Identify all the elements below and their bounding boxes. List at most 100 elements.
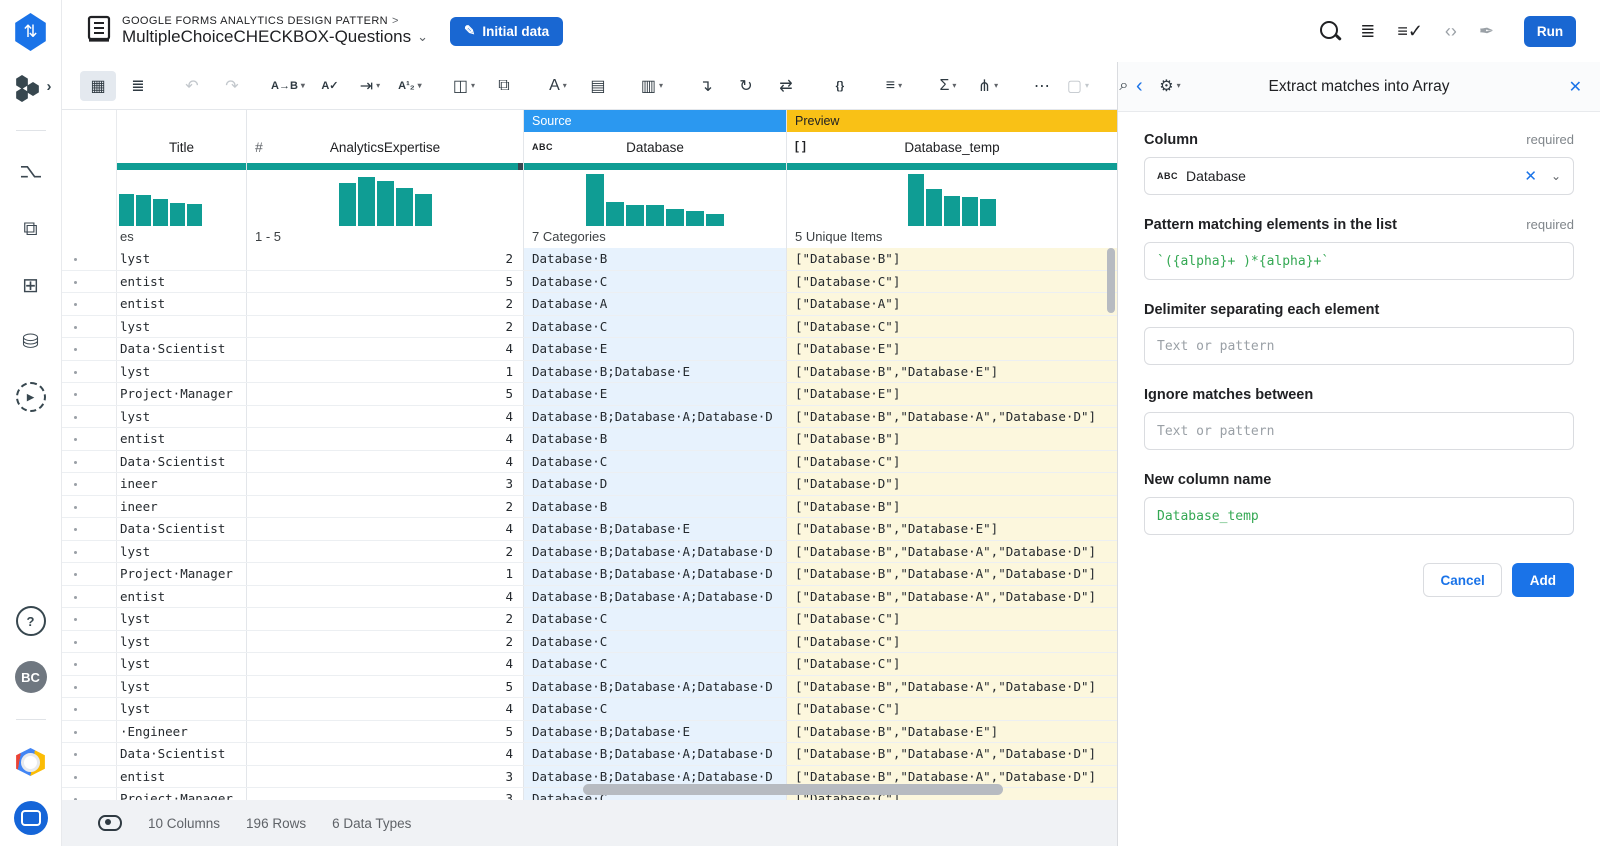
cell-exp[interactable]: 4 (247, 743, 524, 765)
run-button[interactable]: Run (1524, 16, 1576, 47)
cell-db[interactable]: Database·B;Database·A;Database·D (524, 406, 787, 428)
cell-dbt[interactable]: ["Database·B"] (787, 248, 1117, 270)
quality-bar-db[interactable] (524, 163, 786, 170)
toolbar-unpivot-icon[interactable]: ↻ (728, 71, 764, 101)
row-marker[interactable] (62, 451, 117, 473)
cell-dbt[interactable]: ["Database·B","Database·A","Database·D"] (787, 541, 1117, 563)
cell-exp[interactable]: 5 (247, 383, 524, 405)
cell-title[interactable]: lyst (117, 361, 247, 383)
add-button[interactable]: Add (1512, 563, 1574, 597)
cell-dbt[interactable]: ["Database·C"] (787, 316, 1117, 338)
cell-exp[interactable]: 4 (247, 428, 524, 450)
toolbar-more-icon[interactable]: ⋯ (1024, 71, 1060, 101)
row-marker[interactable] (62, 608, 117, 630)
cell-title[interactable]: lyst (117, 676, 247, 698)
cell-dbt[interactable]: ["Database·B","Database·E"] (787, 361, 1117, 383)
cell-exp[interactable]: 4 (247, 586, 524, 608)
cell-db[interactable]: Database·B (524, 248, 787, 270)
cancel-button[interactable]: Cancel (1423, 563, 1501, 597)
cell-exp[interactable]: 4 (247, 451, 524, 473)
cell-db[interactable]: Database·C (524, 631, 787, 653)
toolbar-sort-icon[interactable]: A¹₂▾ (392, 71, 428, 101)
cell-title[interactable]: entist (117, 766, 247, 788)
library-icon[interactable]: ⊞ (13, 267, 49, 303)
cell-db[interactable]: Database·A (524, 293, 787, 315)
toolbar-layout-icon[interactable]: ▥▾ (634, 71, 670, 101)
steps-check-icon[interactable]: ≡✓ (1397, 22, 1423, 40)
cell-exp[interactable]: 2 (247, 631, 524, 653)
toolbar-join-icon[interactable]: ⋔▾ (970, 71, 1006, 101)
cell-db[interactable]: Database·B (524, 496, 787, 518)
cell-exp[interactable]: 4 (247, 653, 524, 675)
row-marker[interactable] (62, 631, 117, 653)
row-marker[interactable] (62, 788, 117, 800)
cell-title[interactable]: lyst (117, 541, 247, 563)
cell-exp[interactable]: 3 (247, 473, 524, 495)
toolbar-merge-icon[interactable]: ⧉ (486, 71, 522, 101)
toolbar-view-list-icon[interactable]: ≣ (120, 71, 156, 101)
toolbar-split-icon[interactable]: ◫▾ (446, 71, 482, 101)
cell-title[interactable]: lyst (117, 608, 247, 630)
eye-icon[interactable] (98, 815, 122, 831)
recipe-list-icon[interactable]: ≣ (1360, 22, 1375, 40)
breadcrumb[interactable]: GOOGLE FORMS ANALYTICS DESIGN PATTERN> (122, 15, 428, 27)
cell-exp[interactable]: 3 (247, 766, 524, 788)
cell-exp[interactable]: 2 (247, 608, 524, 630)
cell-db[interactable]: Database·B;Database·A;Database·D (524, 676, 787, 698)
google-cloud-icon[interactable] (13, 744, 49, 780)
flows-icon[interactable]: › (13, 70, 49, 106)
cell-dbt[interactable]: ["Database·E"] (787, 338, 1117, 360)
row-marker[interactable] (62, 676, 117, 698)
cell-dbt[interactable]: ["Database·A"] (787, 293, 1117, 315)
toolbar-transpose-icon[interactable]: ⇄ (768, 71, 804, 101)
toolbar-replace-icon[interactable]: A→B▾ (268, 71, 308, 101)
cell-dbt[interactable]: ["Database·E"] (787, 383, 1117, 405)
row-marker[interactable] (62, 338, 117, 360)
cell-title[interactable]: entist (117, 428, 247, 450)
column-name-exp[interactable]: #AnalyticsExpertise (247, 132, 523, 162)
quality-bar-exp[interactable] (247, 163, 523, 170)
cell-db[interactable]: Database·B;Database·A;Database·D (524, 743, 787, 765)
histogram-title[interactable] (117, 170, 246, 226)
cell-title[interactable]: Project·Manager (117, 788, 247, 800)
cell-title[interactable]: lyst (117, 406, 247, 428)
ignore-input[interactable] (1144, 412, 1574, 450)
cell-title[interactable]: lyst (117, 653, 247, 675)
pattern-input[interactable] (1144, 242, 1574, 280)
row-marker[interactable] (62, 428, 117, 450)
cell-dbt[interactable]: ["Database·B","Database·A","Database·D"] (787, 586, 1117, 608)
cell-dbt[interactable]: ["Database·B","Database·A","Database·D"] (787, 563, 1117, 585)
cell-dbt[interactable]: ["Database·B","Database·A","Database·D"] (787, 406, 1117, 428)
cell-title[interactable]: Data·Scientist (117, 518, 247, 540)
histogram-dbt[interactable] (787, 170, 1117, 226)
cell-title[interactable]: Data·Scientist (117, 338, 247, 360)
quality-bar-title[interactable] (117, 163, 246, 170)
cell-exp[interactable]: 4 (247, 406, 524, 428)
cell-title[interactable]: lyst (117, 248, 247, 270)
cell-db[interactable]: Database·B;Database·E (524, 721, 787, 743)
row-marker[interactable] (62, 271, 117, 293)
row-marker[interactable] (62, 316, 117, 338)
chevron-down-icon[interactable]: ⌄ (1551, 169, 1561, 183)
cell-exp[interactable]: 2 (247, 316, 524, 338)
cell-dbt[interactable]: ["Database·B","Database·A","Database·D"] (787, 743, 1117, 765)
cell-dbt[interactable]: ["Database·C"] (787, 608, 1117, 630)
job-history-icon[interactable]: ▶ (13, 379, 49, 415)
row-marker[interactable] (62, 293, 117, 315)
column-name-dbt[interactable]: [ ]Database_temp (787, 132, 1117, 162)
cell-title[interactable]: Project·Manager (117, 563, 247, 585)
cell-db[interactable]: Database·C (524, 698, 787, 720)
cell-db[interactable]: Database·B;Database·A;Database·D (524, 586, 787, 608)
cell-title[interactable]: ineer (117, 496, 247, 518)
help-icon[interactable]: ? (13, 603, 49, 639)
cell-exp[interactable]: 3 (247, 788, 524, 800)
cell-title[interactable]: ·Engineer (117, 721, 247, 743)
row-marker[interactable] (62, 766, 117, 788)
cell-title[interactable]: lyst (117, 631, 247, 653)
cell-title[interactable]: Data·Scientist (117, 451, 247, 473)
toolbar-extract-icon[interactable]: ⇥▾ (352, 71, 388, 101)
row-marker[interactable] (62, 586, 117, 608)
row-marker[interactable] (62, 383, 117, 405)
toolbar-conditional-format-icon[interactable]: ▤ (580, 71, 616, 101)
cell-dbt[interactable]: ["Database·C"] (787, 451, 1117, 473)
